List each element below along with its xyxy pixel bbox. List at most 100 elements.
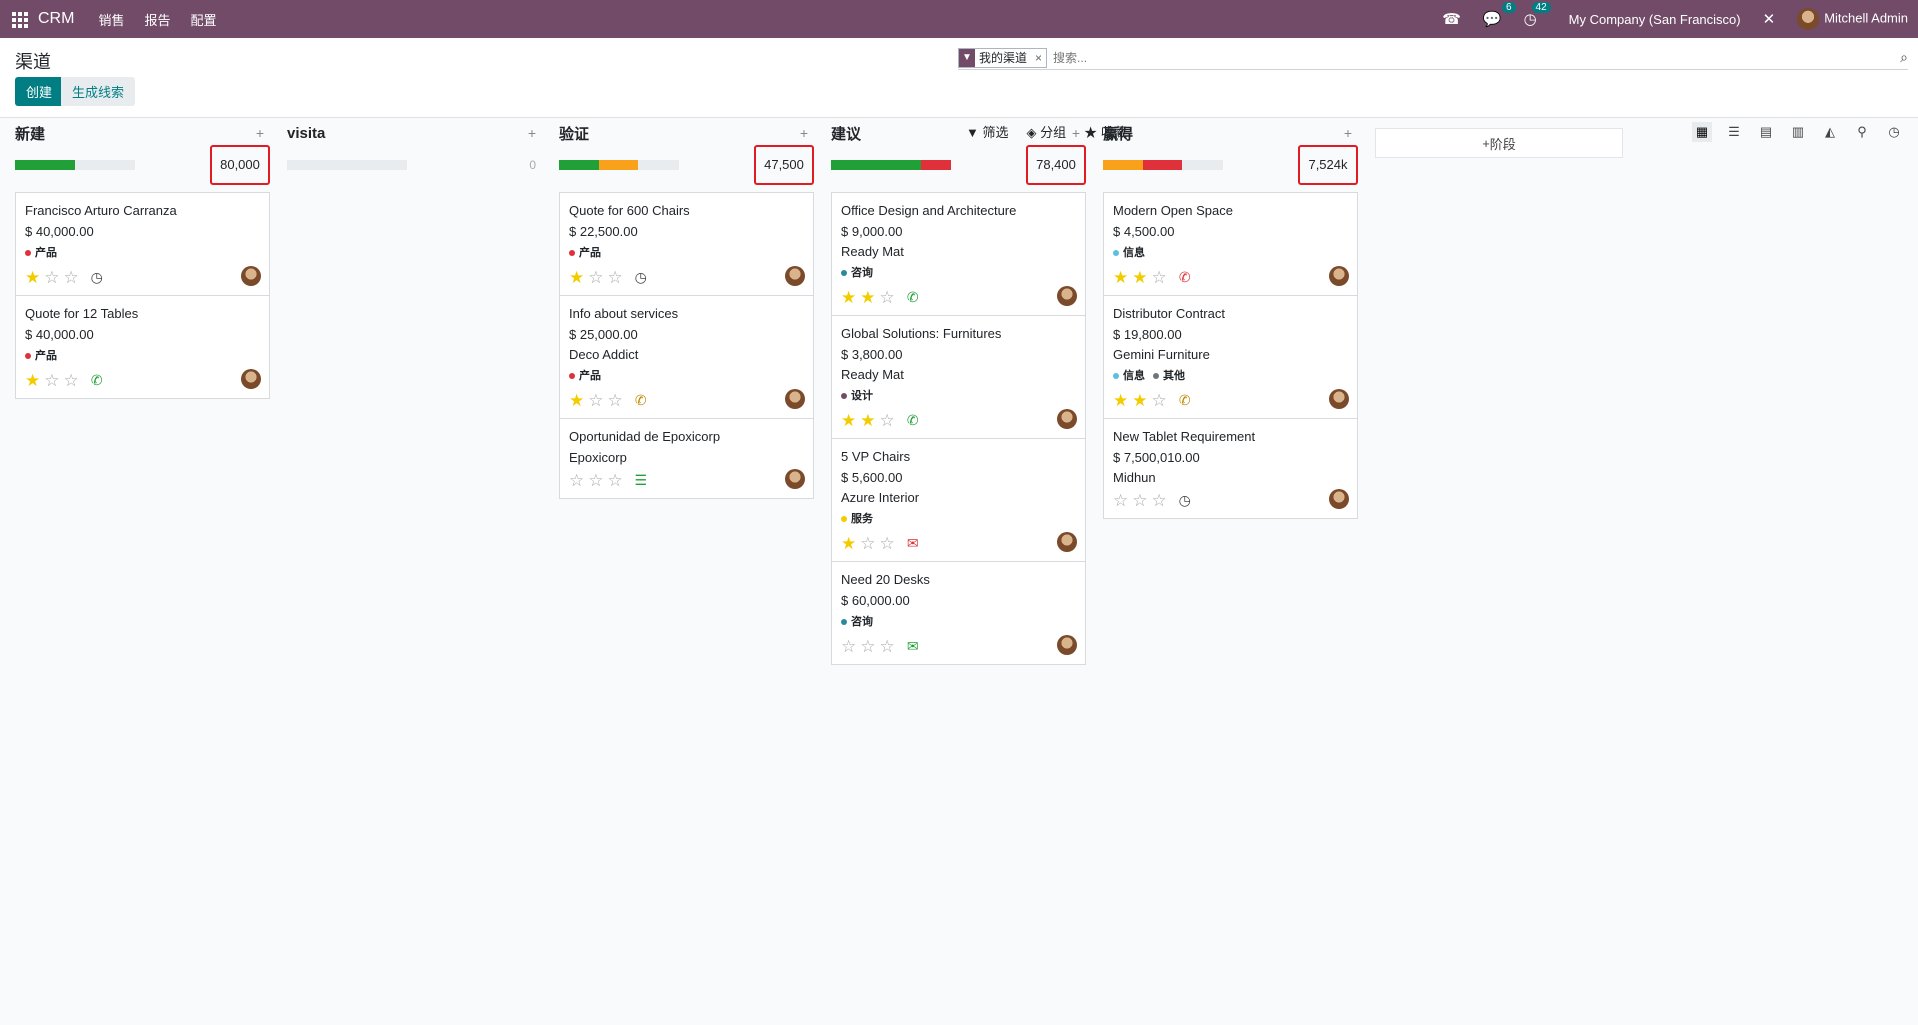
- phone-icon[interactable]: ✆: [632, 392, 650, 409]
- column-title[interactable]: 新建: [15, 123, 45, 144]
- priority-star-icon[interactable]: ☆: [860, 535, 875, 552]
- clock-icon[interactable]: ◷: [88, 269, 106, 286]
- priority-star-icon[interactable]: ☆: [880, 289, 895, 306]
- priority-star-icon[interactable]: ★: [25, 269, 40, 286]
- priority-star-icon[interactable]: ☆: [569, 472, 584, 489]
- add-card-icon[interactable]: +: [1072, 125, 1086, 141]
- phone-icon[interactable]: ✆: [904, 289, 922, 306]
- priority-star-icon[interactable]: ☆: [608, 392, 623, 409]
- priority-star-icon[interactable]: ☆: [880, 535, 895, 552]
- column-title[interactable]: 验证: [559, 123, 589, 144]
- progress-bar[interactable]: [1103, 160, 1223, 170]
- progress-bar[interactable]: [831, 160, 951, 170]
- salesperson-avatar[interactable]: [1057, 409, 1077, 429]
- priority-star-icon[interactable]: ☆: [1132, 492, 1147, 509]
- priority-star-icon[interactable]: ★: [25, 372, 40, 389]
- kanban-card[interactable]: New Tablet Requirement $ 7,500,010.00 Midh…: [1104, 419, 1357, 518]
- kanban-view-icon[interactable]: ▦: [1692, 122, 1712, 142]
- generate-leads-button[interactable]: 生成线索: [61, 77, 136, 106]
- priority-star-icon[interactable]: ☆: [880, 412, 895, 429]
- kanban-card[interactable]: Distributor Contract $ 19,800.00 Gemini Fu…: [1104, 296, 1357, 419]
- progress-segment[interactable]: [1103, 160, 1143, 170]
- priority-star-icon[interactable]: ☆: [588, 472, 603, 489]
- graph-view-icon[interactable]: ◭: [1820, 122, 1840, 142]
- kanban-card[interactable]: Quote for 600 Chairs $ 22,500.00 产品 ★ ☆ ☆ ◷: [560, 193, 813, 296]
- priority-star-icon[interactable]: ☆: [44, 372, 59, 389]
- search-facet[interactable]: ▼ 我的渠道 ×: [958, 47, 1048, 68]
- salesperson-avatar[interactable]: [241, 369, 261, 389]
- salesperson-avatar[interactable]: [785, 469, 805, 489]
- activity-view-icon[interactable]: ◷: [1884, 122, 1904, 142]
- priority-star-icon[interactable]: ★: [860, 412, 875, 429]
- salesperson-avatar[interactable]: [785, 266, 805, 286]
- calendar-view-icon[interactable]: ▤: [1756, 122, 1776, 142]
- messages-icon[interactable]: 💬 6: [1483, 2, 1516, 28]
- priority-star-icon[interactable]: ★: [1132, 392, 1147, 409]
- kanban-card[interactable]: Global Solutions: Furnitures $ 3,800.00 Re…: [832, 316, 1085, 439]
- salesperson-avatar[interactable]: [785, 389, 805, 409]
- priority-star-icon[interactable]: ☆: [1152, 492, 1167, 509]
- progress-segment[interactable]: [1142, 160, 1183, 170]
- salesperson-avatar[interactable]: [1329, 489, 1349, 509]
- salesperson-avatar[interactable]: [1057, 286, 1077, 306]
- menu-sales[interactable]: 销售: [98, 10, 124, 29]
- progress-bar[interactable]: [559, 160, 679, 170]
- menu-configuration[interactable]: 配置: [190, 10, 216, 29]
- column-title[interactable]: visita: [287, 125, 325, 142]
- salesperson-avatar[interactable]: [1057, 532, 1077, 552]
- priority-star-icon[interactable]: ☆: [880, 638, 895, 655]
- progress-segment[interactable]: [921, 160, 951, 170]
- phone-icon[interactable]: ✆: [88, 372, 106, 389]
- clock-icon[interactable]: ◷: [632, 269, 650, 286]
- add-stage-button[interactable]: + 阶段: [1375, 128, 1623, 158]
- phone-icon[interactable]: ✆: [904, 412, 922, 429]
- priority-star-icon[interactable]: ☆: [64, 372, 79, 389]
- priority-star-icon[interactable]: ★: [1132, 269, 1147, 286]
- salesperson-avatar[interactable]: [1057, 635, 1077, 655]
- progress-bar[interactable]: [15, 160, 135, 170]
- column-title[interactable]: 建议: [831, 123, 861, 144]
- envelope-icon[interactable]: ✉: [904, 638, 922, 655]
- list-view-icon[interactable]: ☰: [1724, 122, 1744, 142]
- clock-icon[interactable]: ◷: [1176, 492, 1194, 509]
- priority-star-icon[interactable]: ★: [569, 392, 584, 409]
- app-brand[interactable]: CRM: [38, 10, 74, 28]
- priority-star-icon[interactable]: ★: [569, 269, 584, 286]
- priority-star-icon[interactable]: ☆: [64, 269, 79, 286]
- priority-star-icon[interactable]: ★: [860, 289, 875, 306]
- priority-star-icon[interactable]: ☆: [608, 472, 623, 489]
- add-card-icon[interactable]: +: [800, 125, 814, 141]
- priority-star-icon[interactable]: ☆: [860, 638, 875, 655]
- menu-reporting[interactable]: 报告: [144, 10, 170, 29]
- task-icon[interactable]: ☰: [632, 472, 650, 489]
- priority-star-icon[interactable]: ★: [841, 412, 856, 429]
- priority-star-icon[interactable]: ☆: [608, 269, 623, 286]
- pivot-view-icon[interactable]: ▥: [1788, 122, 1808, 142]
- salesperson-avatar[interactable]: [1329, 389, 1349, 409]
- voip-phone-icon[interactable]: ☎: [1442, 10, 1461, 28]
- facet-close-icon[interactable]: ×: [1031, 51, 1046, 65]
- priority-star-icon[interactable]: ☆: [588, 392, 603, 409]
- debug-tools-icon[interactable]: ✕: [1763, 10, 1776, 28]
- phone-icon[interactable]: ✆: [1176, 392, 1194, 409]
- priority-star-icon[interactable]: ☆: [1152, 269, 1167, 286]
- apps-menu-icon[interactable]: [10, 10, 28, 28]
- progress-bar[interactable]: [287, 160, 407, 170]
- salesperson-avatar[interactable]: [1329, 266, 1349, 286]
- priority-star-icon[interactable]: ☆: [841, 638, 856, 655]
- kanban-card[interactable]: Info about services $ 25,000.00 Deco Addic…: [560, 296, 813, 419]
- kanban-card[interactable]: Quote for 12 Tables $ 40,000.00 产品 ★ ☆ ☆ ✆: [16, 296, 269, 398]
- map-view-icon[interactable]: ⚲: [1852, 122, 1872, 142]
- create-button[interactable]: 创建: [15, 77, 64, 106]
- envelope-icon[interactable]: ✉: [904, 535, 922, 552]
- progress-segment[interactable]: [598, 160, 639, 170]
- kanban-card[interactable]: Francisco Arturo Carranza $ 40,000.00 产品 ★ ☆…: [16, 193, 269, 296]
- search-icon[interactable]: ⌕: [1890, 49, 1908, 66]
- salesperson-avatar[interactable]: [241, 266, 261, 286]
- user-menu[interactable]: Mitchell Admin: [1797, 8, 1908, 30]
- kanban-card[interactable]: 5 VP Chairs $ 5,600.00 Azure Interior 服务 ★ ☆ ☆…: [832, 439, 1085, 562]
- priority-star-icon[interactable]: ★: [841, 289, 856, 306]
- kanban-card[interactable]: Office Design and Architecture $ 9,000.00…: [832, 193, 1085, 316]
- priority-star-icon[interactable]: ★: [1113, 392, 1128, 409]
- search-input[interactable]: [1053, 50, 1890, 65]
